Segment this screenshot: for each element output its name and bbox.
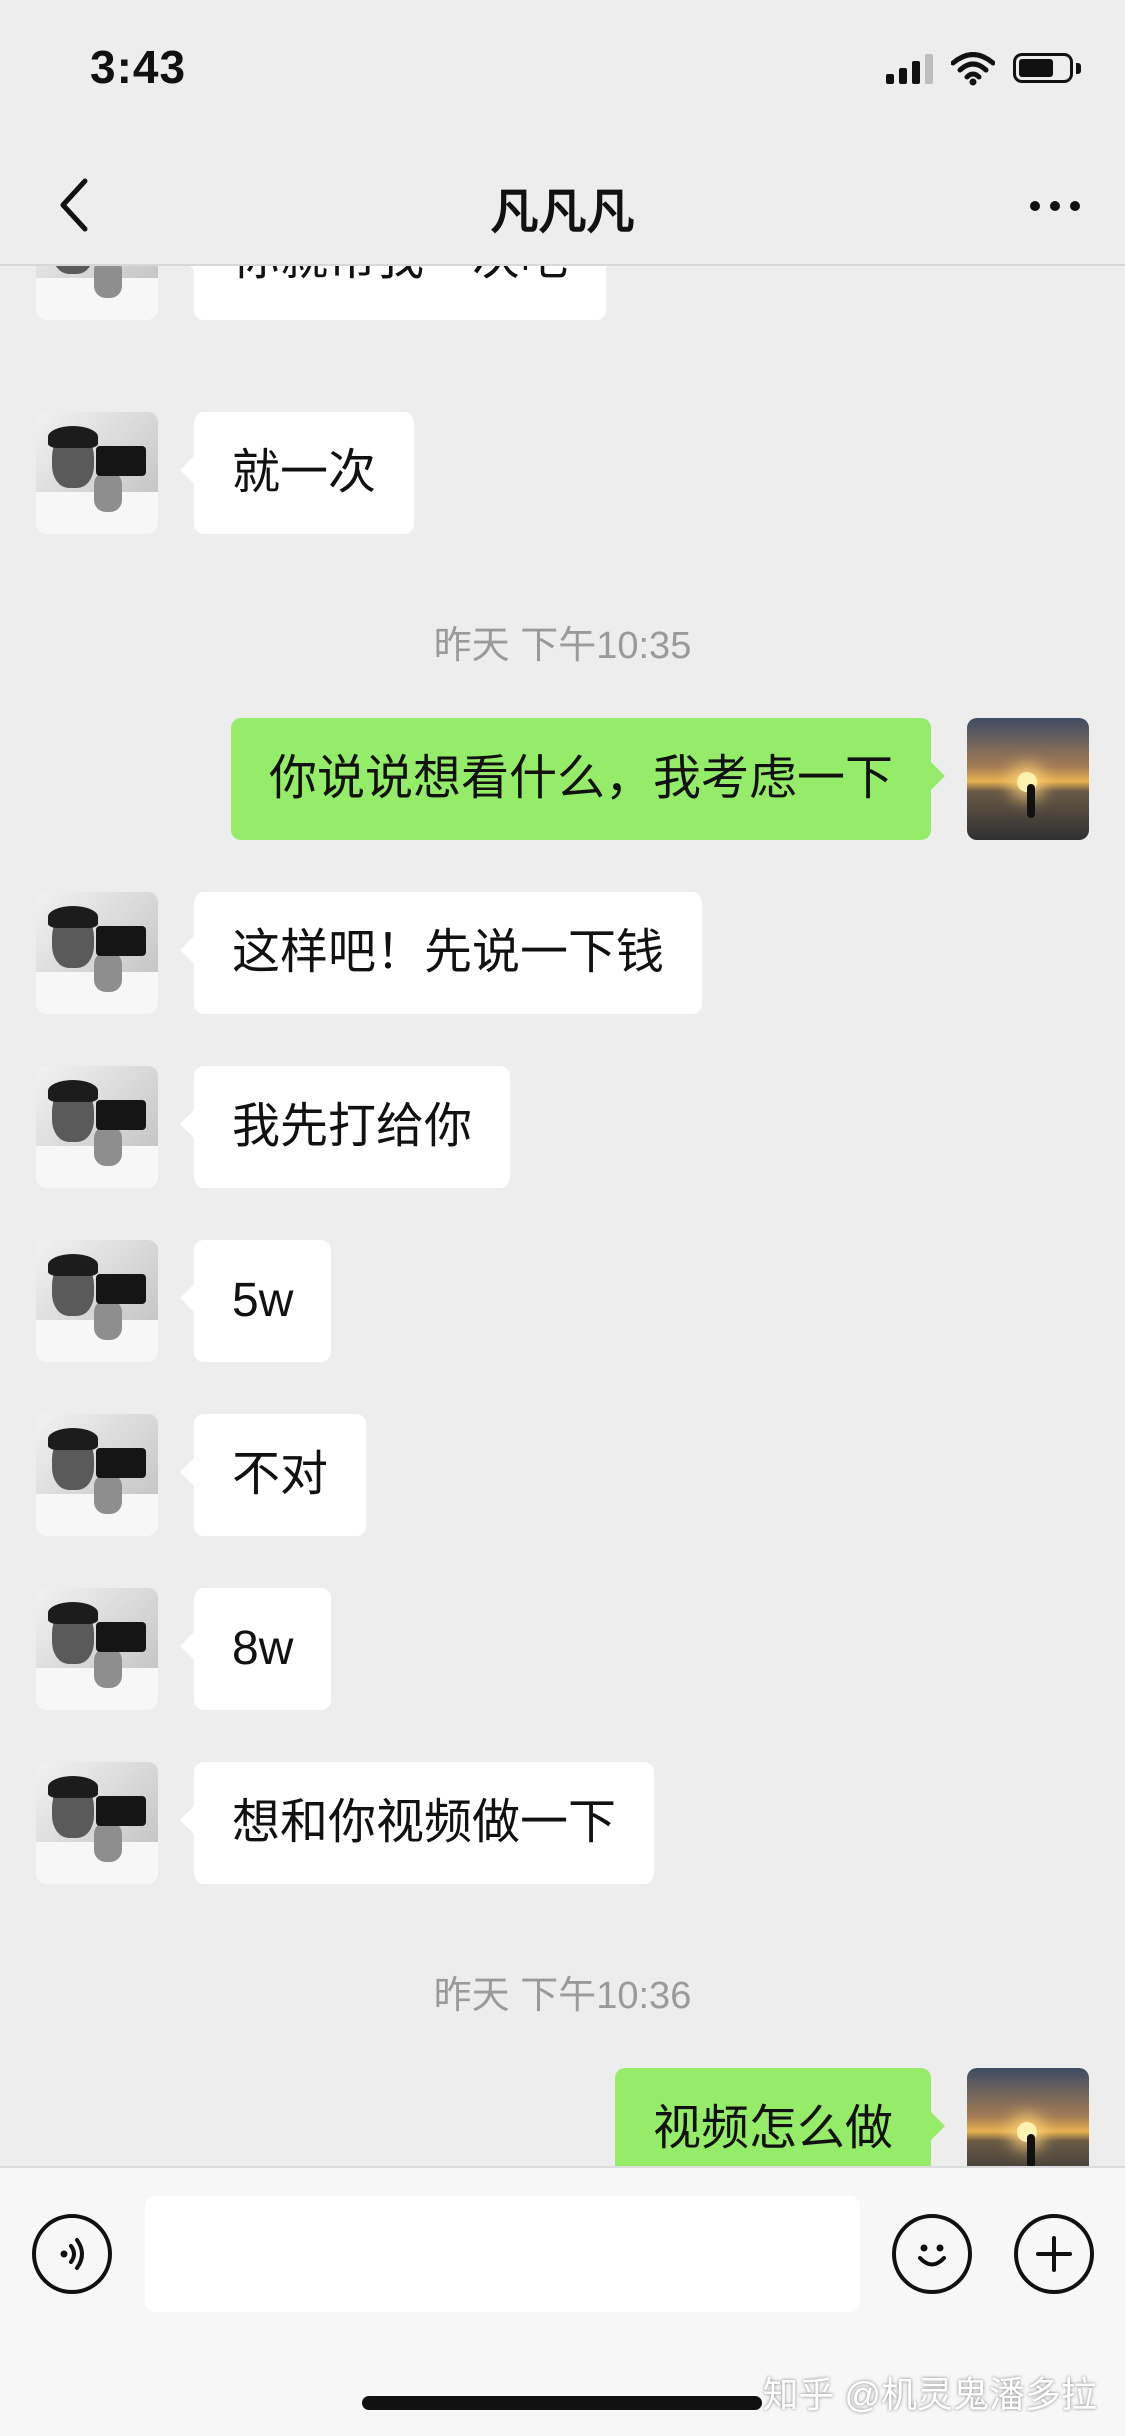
watermark: 知乎 @机灵鬼潘多拉 bbox=[762, 2374, 1097, 2415]
message-bubble[interactable]: 你说说想看什么，我考虑一下 bbox=[230, 718, 946, 840]
message-bubble[interactable]: 5w bbox=[179, 1240, 332, 1362]
contact-avatar[interactable] bbox=[36, 892, 158, 1014]
message-incoming: 8w bbox=[0, 1588, 1125, 1710]
message-incoming: 想和你视频做一下 bbox=[0, 1762, 1125, 1884]
message-incoming: 不对 bbox=[0, 1414, 1125, 1536]
message-bubble[interactable]: 我先打给你 bbox=[179, 1066, 511, 1188]
voice-button[interactable] bbox=[32, 2214, 112, 2294]
message-bubble[interactable]: 就一次 bbox=[179, 412, 415, 534]
message-incoming: 你就帮我一次吧 bbox=[0, 266, 1125, 320]
home-indicator[interactable] bbox=[362, 2396, 762, 2410]
voice-icon bbox=[60, 2238, 84, 2270]
message-bubble[interactable]: 想和你视频做一下 bbox=[179, 1762, 655, 1884]
more-functions-button[interactable] bbox=[1014, 2214, 1094, 2294]
plus-icon bbox=[1036, 2236, 1072, 2272]
signal-icon bbox=[886, 54, 933, 84]
message-incoming: 5w bbox=[0, 1240, 1125, 1362]
contact-avatar[interactable] bbox=[36, 1414, 158, 1536]
contact-avatar[interactable] bbox=[36, 412, 158, 534]
contact-avatar[interactable] bbox=[36, 1240, 158, 1362]
more-dots-icon bbox=[1030, 201, 1040, 211]
message-timestamp: 昨天 下午10:35 bbox=[433, 625, 692, 667]
message-bubble[interactable]: 视频怎么做 bbox=[614, 2068, 946, 2166]
message-incoming: 就一次 bbox=[0, 412, 1125, 534]
status-icons bbox=[886, 48, 1083, 90]
message-bubble[interactable]: 不对 bbox=[179, 1414, 367, 1536]
more-button[interactable] bbox=[1015, 176, 1095, 236]
message-timestamp: 昨天 下午10:36 bbox=[433, 1975, 692, 2017]
status-bar: 3:43 bbox=[0, 0, 1125, 150]
emoji-button[interactable] bbox=[892, 2214, 972, 2294]
wifi-icon bbox=[951, 52, 995, 86]
my-avatar[interactable] bbox=[967, 2068, 1089, 2166]
my-avatar[interactable] bbox=[967, 718, 1089, 840]
message-input[interactable] bbox=[145, 2196, 860, 2312]
chat-messages[interactable]: 你就帮我一次吧 就一次 昨天 下午10:35 你说说想看什么，我考虑一下 这样吧… bbox=[0, 266, 1125, 2166]
message-bubble[interactable]: 你就帮我一次吧 bbox=[179, 266, 607, 320]
status-time: 3:43 bbox=[90, 41, 187, 93]
chat-title: 凡凡凡 bbox=[490, 186, 635, 239]
contact-avatar[interactable] bbox=[36, 266, 158, 320]
message-incoming: 这样吧！先说一下钱 bbox=[0, 892, 1125, 1014]
contact-avatar[interactable] bbox=[36, 1762, 158, 1884]
message-outgoing: 视频怎么做 bbox=[0, 2068, 1125, 2166]
message-bubble[interactable]: 8w bbox=[179, 1588, 332, 1710]
contact-avatar[interactable] bbox=[36, 1588, 158, 1710]
emoji-icon bbox=[918, 2244, 946, 2267]
message-bubble[interactable]: 这样吧！先说一下钱 bbox=[179, 892, 703, 1014]
nav-bar: 凡凡凡 bbox=[0, 150, 1125, 266]
message-incoming: 我先打给你 bbox=[0, 1066, 1125, 1188]
contact-avatar[interactable] bbox=[36, 1066, 158, 1188]
battery-icon bbox=[1013, 53, 1083, 85]
message-outgoing: 你说说想看什么，我考虑一下 bbox=[0, 718, 1125, 840]
